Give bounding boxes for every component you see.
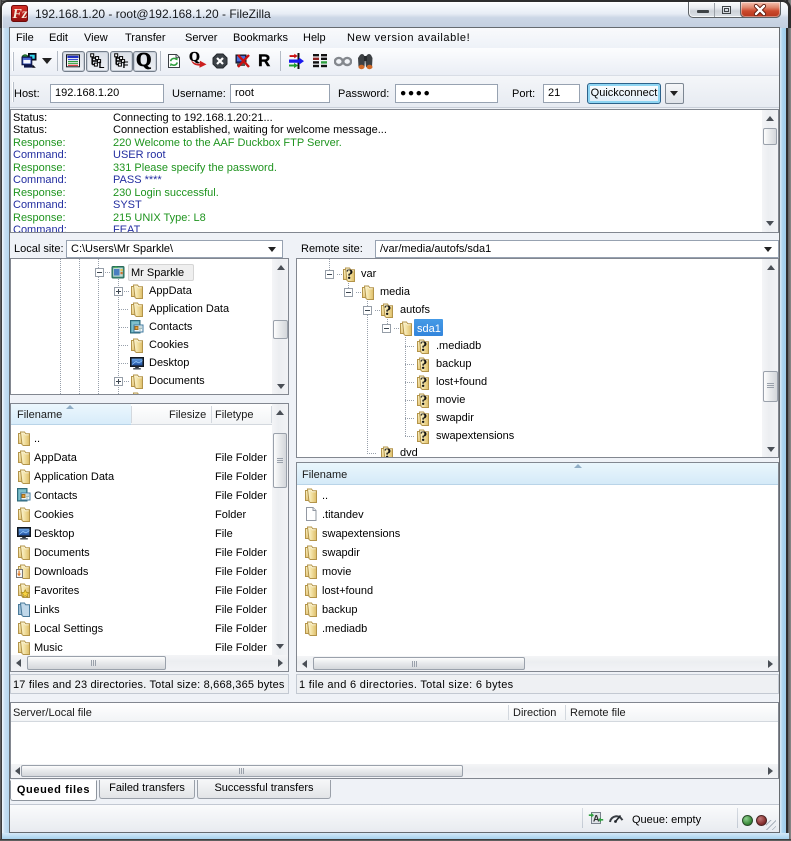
svg-text:Fz: Fz (12, 7, 28, 22)
svg-text:A: A (593, 814, 600, 824)
svg-text:L: L (99, 60, 105, 69)
svg-text:F: F (123, 60, 129, 69)
